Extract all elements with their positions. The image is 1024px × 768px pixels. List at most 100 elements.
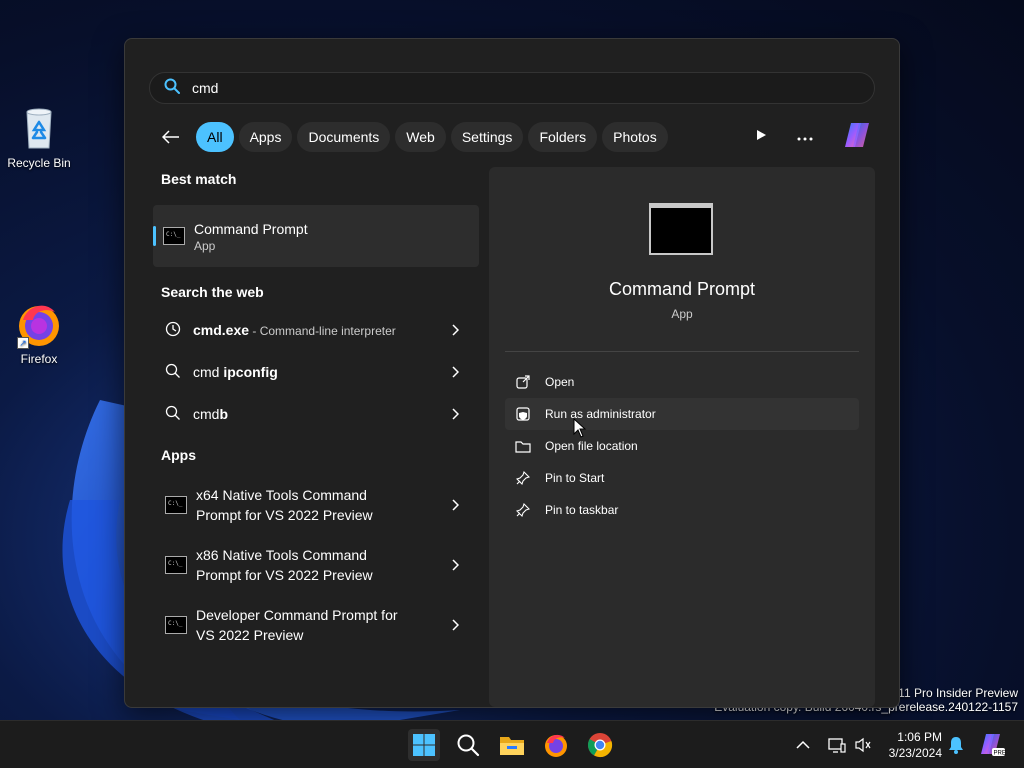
- network-icon: [828, 738, 846, 753]
- search-icon: [457, 734, 480, 757]
- chevron-right-icon[interactable]: [451, 558, 460, 576]
- app-result-x86-native-tools[interactable]: x86 Native Tools Command Prompt for VS 2…: [153, 535, 479, 595]
- web-result-bold: cmd.exe: [193, 322, 250, 338]
- action-label: Pin to Start: [545, 471, 605, 485]
- desktop-icon-label: Firefox: [20, 352, 58, 366]
- action-open-file-location[interactable]: Open file location: [505, 430, 859, 462]
- section-title-search-web: Search the web: [161, 284, 264, 300]
- copilot-icon[interactable]: [843, 121, 875, 154]
- chrome-icon: [587, 733, 613, 758]
- command-prompt-icon: [165, 496, 187, 514]
- tray-network[interactable]: [828, 733, 846, 757]
- command-prompt-icon: [165, 616, 187, 634]
- section-title-apps: Apps: [161, 447, 196, 463]
- filter-bar: All Apps Documents Web Settings Folders …: [157, 121, 668, 153]
- shield-admin-icon: [515, 406, 531, 422]
- app-result-developer-command-prompt[interactable]: Developer Command Prompt for VS 2022 Pre…: [153, 595, 479, 655]
- web-result-bold: b: [219, 406, 229, 422]
- taskbar-clock[interactable]: 1:06 PM 3/23/2024: [889, 729, 942, 761]
- app-title-line1: x64 Native Tools Command: [196, 487, 367, 503]
- results-list: Best match Command Prompt App Search the…: [153, 167, 479, 655]
- chevron-right-icon[interactable]: [451, 365, 460, 381]
- best-match-command-prompt[interactable]: Command Prompt App: [153, 205, 479, 267]
- chevron-right-icon[interactable]: [451, 407, 460, 423]
- start-button[interactable]: [408, 729, 440, 761]
- taskbar-chrome[interactable]: [584, 729, 616, 761]
- preview-divider: [505, 351, 859, 352]
- search-icon: [165, 405, 181, 424]
- action-open[interactable]: Open: [505, 366, 859, 398]
- copilot-icon: PRE: [981, 734, 1006, 757]
- action-label: Pin to taskbar: [545, 503, 619, 517]
- clock-date: 3/23/2024: [888, 746, 942, 760]
- filter-photos[interactable]: Photos: [602, 122, 668, 152]
- app-result-x64-native-tools[interactable]: x64 Native Tools Command Prompt for VS 2…: [153, 475, 479, 535]
- firefox-icon: ↗: [15, 300, 63, 349]
- taskbar-search-button[interactable]: [452, 729, 484, 761]
- command-prompt-icon: [163, 227, 185, 245]
- filter-web[interactable]: Web: [395, 122, 446, 152]
- tray-volume-muted[interactable]: [854, 733, 872, 757]
- web-result-cmdb[interactable]: cmdb: [153, 393, 479, 435]
- windows-logo-icon: [413, 734, 435, 756]
- search-icon: [164, 78, 180, 99]
- app-title-line2: Prompt for VS 2022 Preview: [196, 507, 373, 523]
- pin-icon: [515, 470, 531, 486]
- filter-settings[interactable]: Settings: [450, 122, 524, 152]
- best-match-title: Command Prompt: [194, 221, 308, 237]
- search-box[interactable]: [149, 72, 875, 104]
- action-label: Open file location: [545, 439, 638, 453]
- preview-subtitle: App: [671, 307, 693, 321]
- filter-all[interactable]: All: [196, 122, 234, 152]
- app-title-line2: Prompt for VS 2022 Preview: [196, 567, 373, 583]
- web-result-cmd-ipconfig[interactable]: cmd ipconfig: [153, 351, 479, 393]
- best-match-subtitle: App: [194, 239, 216, 253]
- taskbar-firefox[interactable]: [540, 729, 572, 761]
- tray-show-hidden-icons[interactable]: [796, 733, 810, 757]
- recycle-bin-icon: [15, 104, 63, 152]
- command-prompt-preview-icon: [649, 203, 713, 255]
- preview-pane: Command Prompt App Open Run as administr…: [489, 167, 875, 707]
- chevron-right-icon[interactable]: [451, 323, 460, 339]
- command-prompt-icon: [165, 556, 187, 574]
- open-external-icon: [515, 374, 531, 390]
- speaker-muted-icon: [855, 737, 871, 753]
- firefox-icon: [545, 734, 567, 757]
- action-run-as-administrator[interactable]: Run as administrator: [505, 398, 859, 430]
- file-explorer-icon: [500, 737, 524, 755]
- taskbar-file-explorer[interactable]: [496, 729, 528, 761]
- tray-copilot[interactable]: PRE: [980, 733, 1006, 757]
- desktop-icon-firefox[interactable]: ↗ Firefox: [1, 300, 77, 366]
- play-more-filters-icon[interactable]: [755, 128, 767, 146]
- web-result-bold: ipconfig: [223, 364, 278, 380]
- preview-title: Command Prompt: [608, 279, 756, 299]
- action-pin-to-taskbar[interactable]: Pin to taskbar: [505, 494, 859, 526]
- app-title-line1: Developer Command Prompt for: [196, 607, 398, 623]
- chevron-up-icon: [796, 740, 810, 749]
- app-title-line1: x86 Native Tools Command: [196, 547, 367, 563]
- pin-icon: [515, 502, 531, 518]
- bell-icon: [949, 737, 963, 754]
- action-label: Open: [545, 375, 575, 389]
- search-input[interactable]: [192, 80, 792, 96]
- action-pin-to-start[interactable]: Pin to Start: [505, 462, 859, 494]
- svg-text:PRE: PRE: [994, 751, 1006, 757]
- web-result-desc: - Command-line interpreter: [249, 324, 396, 338]
- more-options-icon[interactable]: [797, 128, 813, 146]
- history-icon: [165, 321, 181, 340]
- web-result-prefix: cmd: [193, 406, 220, 422]
- tray-notifications[interactable]: [948, 733, 964, 757]
- chevron-right-icon[interactable]: [451, 618, 460, 636]
- chevron-right-icon[interactable]: [451, 498, 460, 516]
- section-title-best-match: Best match: [161, 171, 237, 187]
- back-arrow-icon[interactable]: [157, 123, 185, 151]
- search-panel: All Apps Documents Web Settings Folders …: [124, 38, 900, 708]
- action-label: Run as administrator: [545, 407, 656, 421]
- filter-documents[interactable]: Documents: [297, 122, 391, 152]
- filter-folders[interactable]: Folders: [528, 122, 598, 152]
- mouse-cursor-icon: [573, 418, 587, 438]
- desktop-icon-recycle-bin[interactable]: Recycle Bin: [1, 104, 77, 170]
- web-result-prefix: cmd: [193, 364, 224, 380]
- web-result-cmd-exe[interactable]: cmd.exe - Command-line interpreter: [153, 309, 479, 351]
- filter-apps[interactable]: Apps: [238, 122, 293, 152]
